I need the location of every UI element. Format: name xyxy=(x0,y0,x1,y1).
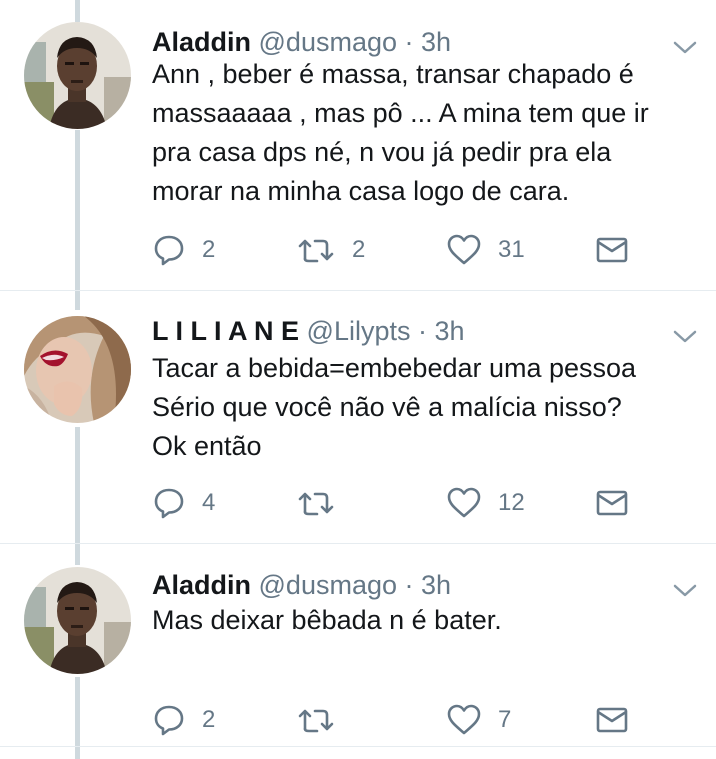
chevron-down-icon[interactable] xyxy=(672,40,698,56)
like-button[interactable]: 31 xyxy=(446,230,525,270)
tweet-actions: 4 12 xyxy=(152,483,642,523)
retweet-icon xyxy=(298,239,334,263)
separator: · xyxy=(404,570,414,600)
reply-count: 2 xyxy=(202,706,216,733)
envelope-icon xyxy=(596,237,628,263)
direct-message-button[interactable] xyxy=(596,483,628,523)
chevron-down-icon[interactable] xyxy=(672,583,698,599)
retweet-button[interactable] xyxy=(296,700,352,740)
heart-icon xyxy=(447,487,481,518)
like-button[interactable]: 7 xyxy=(446,700,511,740)
display-name[interactable]: Aladdin xyxy=(152,570,251,600)
reply-icon xyxy=(154,235,184,266)
username[interactable]: @dusmago xyxy=(259,570,397,600)
tweet-divider xyxy=(0,543,716,544)
retweet-button[interactable]: 2 xyxy=(296,230,365,270)
tweet-text: Mas deixar bêbada n é bater. xyxy=(152,605,502,635)
separator: · xyxy=(418,316,428,346)
tweet[interactable]: L I L I A N E @Lilypts · 3h Tacar a bebi… xyxy=(0,307,716,552)
reply-count: 4 xyxy=(202,489,216,516)
envelope-icon xyxy=(596,490,628,516)
retweet-button[interactable] xyxy=(296,483,352,523)
chevron-down-icon[interactable] xyxy=(672,329,698,345)
tweet-header: Aladdin @dusmago · 3h xyxy=(152,26,451,58)
tweet[interactable]: Aladdin @dusmago · 3h Ann , beber é mass… xyxy=(0,18,716,288)
woman-lips-avatar-icon xyxy=(24,316,131,423)
man-portrait-avatar-icon xyxy=(24,567,131,674)
like-count: 7 xyxy=(498,706,512,733)
tweet-actions: 2 2 31 xyxy=(152,230,642,270)
direct-message-button[interactable] xyxy=(596,230,628,270)
reply-count: 2 xyxy=(202,236,216,263)
reply-button[interactable]: 4 xyxy=(152,483,215,523)
tweet-header: L I L I A N E @Lilypts · 3h xyxy=(152,315,465,347)
avatar[interactable] xyxy=(24,567,131,674)
reply-icon xyxy=(154,488,184,519)
tweet-header: Aladdin @dusmago · 3h xyxy=(152,569,451,601)
timestamp[interactable]: 3h xyxy=(435,316,465,346)
heart-icon xyxy=(447,704,481,735)
like-count: 31 xyxy=(498,236,525,263)
tweet[interactable]: Aladdin @dusmago · 3h Mas deixar bêbada … xyxy=(0,561,716,759)
reply-icon xyxy=(154,705,184,736)
username[interactable]: @Lilypts xyxy=(307,316,411,346)
like-button[interactable]: 12 xyxy=(446,483,525,523)
tweet-divider xyxy=(0,746,716,747)
display-name[interactable]: Aladdin xyxy=(152,27,251,57)
retweet-icon xyxy=(298,709,334,733)
tweet-text: Tacar a bebida=embebedar uma pessoa Séri… xyxy=(152,353,637,461)
separator: · xyxy=(404,27,414,57)
envelope-icon xyxy=(596,707,628,733)
tweet-text: Ann , beber é massa, transar chapado é m… xyxy=(152,59,649,206)
username[interactable]: @dusmago xyxy=(259,27,397,57)
timestamp[interactable]: 3h xyxy=(421,27,451,57)
man-portrait-avatar-icon xyxy=(24,22,131,129)
reply-button[interactable]: 2 xyxy=(152,230,215,270)
tweet-divider xyxy=(0,290,716,291)
avatar[interactable] xyxy=(24,22,131,129)
avatar[interactable] xyxy=(24,316,131,423)
like-count: 12 xyxy=(498,489,525,516)
retweet-count: 2 xyxy=(352,236,366,263)
reply-button[interactable]: 2 xyxy=(152,700,215,740)
display-name[interactable]: L I L I A N E xyxy=(152,316,299,346)
retweet-icon xyxy=(298,492,334,516)
heart-icon xyxy=(447,234,481,265)
tweet-actions: 2 7 xyxy=(152,700,642,740)
timestamp[interactable]: 3h xyxy=(421,570,451,600)
direct-message-button[interactable] xyxy=(596,700,628,740)
